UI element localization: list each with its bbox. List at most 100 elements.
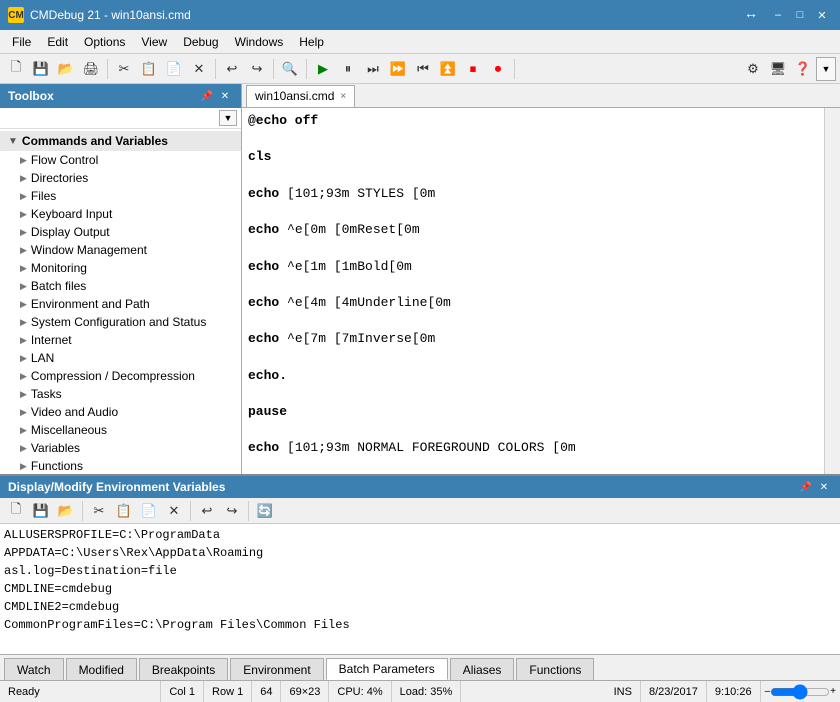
toolbox-item-files[interactable]: ▶ Files xyxy=(0,187,241,205)
tb-new[interactable]: 🗋 xyxy=(4,57,28,81)
item-arrow-icon: ▶ xyxy=(20,353,27,364)
tb-monitor[interactable]: 🖥 xyxy=(766,57,790,81)
tab-modified[interactable]: Modified xyxy=(66,658,137,680)
editor-scrollbar[interactable] xyxy=(824,108,840,474)
status-ready: Ready xyxy=(0,681,161,702)
toolbox-item-variables[interactable]: ▶ Variables xyxy=(0,439,241,457)
bt-new[interactable]: 🗋 xyxy=(4,499,28,523)
menu-debug[interactable]: Debug xyxy=(175,31,226,53)
window-controls: ↔ – □ ✕ xyxy=(744,5,832,25)
tb-settings[interactable]: ⚙ xyxy=(741,57,765,81)
toolbox-item-label: Batch files xyxy=(31,279,86,293)
toolbar-dropdown[interactable]: ▼ xyxy=(816,57,836,81)
toolbox-item-window[interactable]: ▶ Window Management xyxy=(0,241,241,259)
tab-batch-parameters[interactable]: Batch Parameters xyxy=(326,658,448,680)
section-arrow-icon: ▼ xyxy=(8,136,18,147)
toolbox-section-dropdown[interactable]: ▼ xyxy=(219,110,237,126)
toolbox-item-label: LAN xyxy=(31,351,54,365)
toolbox-item-misc[interactable]: ▶ Miscellaneous xyxy=(0,421,241,439)
toolbox-item-internet[interactable]: ▶ Internet xyxy=(0,331,241,349)
toolbox-item-sysconfig[interactable]: ▶ System Configuration and Status xyxy=(0,313,241,331)
tb-find[interactable]: 🔍 xyxy=(278,57,302,81)
tb-step[interactable]: ⏭ xyxy=(361,57,385,81)
close-button[interactable]: ✕ xyxy=(812,5,832,25)
tb-help[interactable]: ❓ xyxy=(791,57,815,81)
zoom-slider[interactable]: – + xyxy=(761,684,840,700)
tb-step-in[interactable]: ⏫ xyxy=(436,57,460,81)
app-icon: CM xyxy=(8,7,24,23)
tab-watch[interactable]: Watch xyxy=(4,658,64,680)
tb-paste[interactable]: 📄 xyxy=(162,57,186,81)
env-line-6: CommonProgramFiles=C:\Program Files\Comm… xyxy=(4,616,836,634)
bt-cut[interactable]: ✂ xyxy=(87,499,111,523)
env-content[interactable]: ALLUSERSPROFILE=C:\ProgramData APPDATA=C… xyxy=(0,524,840,654)
toolbox-item-compression[interactable]: ▶ Compression / Decompression xyxy=(0,367,241,385)
toolbar-sep-2 xyxy=(215,59,216,79)
bt-delete[interactable]: ✕ xyxy=(162,499,186,523)
bt-copy[interactable]: 📋 xyxy=(112,499,136,523)
toolbox-item-keyboard[interactable]: ▶ Keyboard Input xyxy=(0,205,241,223)
tb-undo[interactable]: ↩ xyxy=(220,57,244,81)
tb-step-over[interactable]: ⏩ xyxy=(386,57,410,81)
zoom-plus-icon[interactable]: + xyxy=(830,686,836,697)
item-arrow-icon: ▶ xyxy=(20,299,27,310)
editor-tab-win10ansi[interactable]: win10ansi.cmd × xyxy=(246,85,355,107)
toolbox-close-button[interactable]: ✕ xyxy=(217,88,233,104)
toolbox-item-flow-control[interactable]: ▶ Flow Control xyxy=(0,151,241,169)
bottom-toolbar: 🗋 💾 📂 ✂ 📋 📄 ✕ ↩ ↪ 🔄 xyxy=(0,498,840,524)
toolbox-item-display[interactable]: ▶ Display Output xyxy=(0,223,241,241)
zoom-range-input[interactable] xyxy=(770,684,830,700)
tb-redo[interactable]: ↪ xyxy=(245,57,269,81)
toolbox-pin-button[interactable]: 📌 xyxy=(199,88,215,104)
toolbox-item-functions[interactable]: ▶ Functions xyxy=(0,457,241,474)
tab-breakpoints[interactable]: Breakpoints xyxy=(139,658,228,680)
menu-edit[interactable]: Edit xyxy=(39,31,76,53)
menu-help[interactable]: Help xyxy=(291,31,332,53)
toolbox-item-lan[interactable]: ▶ LAN xyxy=(0,349,241,367)
menu-windows[interactable]: Windows xyxy=(227,31,292,53)
tab-functions[interactable]: Functions xyxy=(516,658,594,680)
tb-cut[interactable]: ✂ xyxy=(112,57,136,81)
toolbox-item-directories[interactable]: ▶ Directories xyxy=(0,169,241,187)
tb-save[interactable]: 💾 xyxy=(29,57,53,81)
maximize-button[interactable]: □ xyxy=(790,5,810,25)
tb-record[interactable]: ⏺ xyxy=(486,57,510,81)
status-num: 64 xyxy=(252,681,281,702)
bt-redo[interactable]: ↪ xyxy=(220,499,244,523)
tb-print[interactable]: 🖨 xyxy=(79,57,103,81)
menu-options[interactable]: Options xyxy=(76,31,133,53)
tab-aliases[interactable]: Aliases xyxy=(450,658,515,680)
bt-refresh[interactable]: 🔄 xyxy=(253,499,277,523)
bt-save[interactable]: 💾 xyxy=(29,499,53,523)
tb-step-out[interactable]: ⏮ xyxy=(411,57,435,81)
toolbox-section-commands[interactable]: ▼ Commands and Variables xyxy=(0,131,241,151)
menu-file[interactable]: File xyxy=(4,31,39,53)
tb-delete[interactable]: ✕ xyxy=(187,57,211,81)
editor-tab-close-icon[interactable]: × xyxy=(340,91,346,102)
toolbox-item-video[interactable]: ▶ Video and Audio xyxy=(0,403,241,421)
toolbar-sep-3 xyxy=(273,59,274,79)
toolbox-item-monitoring[interactable]: ▶ Monitoring xyxy=(0,259,241,277)
toolbox-header-controls: 📌 ✕ xyxy=(199,88,233,104)
bt-open[interactable]: 📂 xyxy=(54,499,78,523)
toolbox-item-tasks[interactable]: ▶ Tasks xyxy=(0,385,241,403)
bottom-panel-pin[interactable]: 📌 xyxy=(798,479,814,495)
menu-view[interactable]: View xyxy=(133,31,175,53)
item-arrow-icon: ▶ xyxy=(20,389,27,400)
tab-environment[interactable]: Environment xyxy=(230,658,323,680)
code-editor[interactable]: @echo off cls echo [101;93m STYLES [0m e… xyxy=(242,108,824,474)
toolbar-sep-4 xyxy=(306,59,307,79)
tb-pause[interactable]: ⏸ xyxy=(336,57,360,81)
bottom-panel-close[interactable]: ✕ xyxy=(816,479,832,495)
toolbox-item-batch[interactable]: ▶ Batch files xyxy=(0,277,241,295)
toolbox-item-environment[interactable]: ▶ Environment and Path xyxy=(0,295,241,313)
item-arrow-icon: ▶ xyxy=(20,461,27,472)
tb-copy[interactable]: 📋 xyxy=(137,57,161,81)
minimize-button[interactable]: – xyxy=(768,5,788,25)
bt-undo[interactable]: ↩ xyxy=(195,499,219,523)
tb-run[interactable]: ▶ xyxy=(311,57,335,81)
bt-paste[interactable]: 📄 xyxy=(137,499,161,523)
tb-open[interactable]: 📂 xyxy=(54,57,78,81)
item-arrow-icon: ▶ xyxy=(20,407,27,418)
tb-stop[interactable]: ⏹ xyxy=(461,57,485,81)
